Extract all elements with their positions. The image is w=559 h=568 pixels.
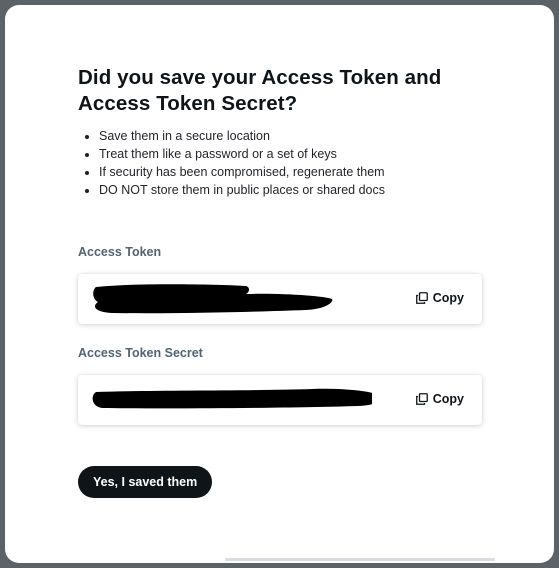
dialog-content: Did you save your Access Token and Acces… xyxy=(78,65,482,498)
advice-list: Save them in a secure location Treat the… xyxy=(78,127,482,199)
access-token-secret-card: Copy xyxy=(78,375,482,425)
dialog-title: Did you save your Access Token and Acces… xyxy=(78,66,442,115)
access-token-secret-label: Access Token Secret xyxy=(78,346,203,360)
background-text-fragment xyxy=(225,558,495,561)
copy-access-token-secret-button[interactable]: Copy xyxy=(415,392,464,406)
save-tokens-dialog: Did you save your Access Token and Acces… xyxy=(5,5,554,563)
copy-label: Copy xyxy=(432,291,464,305)
access-token-secret-value-redacted xyxy=(92,388,372,409)
advice-item: Treat them like a password or a set of k… xyxy=(99,145,482,163)
advice-item: If security has been compromised, regene… xyxy=(99,163,482,181)
access-token-label: Access Token xyxy=(78,245,162,259)
copy-label: Copy xyxy=(432,392,464,406)
access-token-card: Copy xyxy=(78,274,482,324)
access-token-value-redacted xyxy=(93,284,333,314)
copy-icon xyxy=(415,393,428,405)
advice-item: Save them in a secure location xyxy=(99,127,482,145)
copy-icon xyxy=(415,292,428,304)
copy-access-token-button[interactable]: Copy xyxy=(415,291,464,305)
confirm-saved-button[interactable]: Yes, I saved them xyxy=(78,466,213,498)
advice-item: DO NOT store them in public places or sh… xyxy=(99,181,482,199)
